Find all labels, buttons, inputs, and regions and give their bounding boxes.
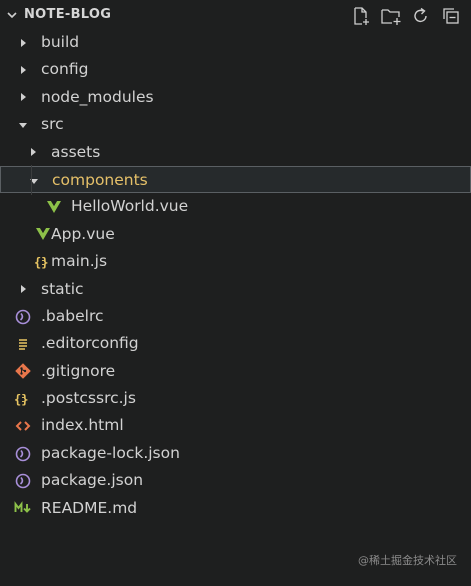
js-icon: {} <box>34 248 52 275</box>
tree-item-label: static <box>41 279 84 298</box>
tree-item-label: .babelrc <box>41 306 104 325</box>
tree-item-label: .editorconfig <box>41 334 139 353</box>
file-item[interactable]: .gitignore <box>0 358 471 385</box>
folder-item[interactable]: node_modules <box>0 84 471 111</box>
chevron-right-icon[interactable] <box>14 56 32 83</box>
tree-item-label: node_modules <box>41 87 154 106</box>
file-tree: build config node_modulessrc assets componen… <box>0 29 471 522</box>
folder-item[interactable]: src <box>0 111 471 138</box>
refresh-icon[interactable] <box>409 5 433 27</box>
tree-item-label: App.vue <box>51 224 115 243</box>
explorer-actions <box>349 5 463 27</box>
chevron-right-icon[interactable] <box>14 29 32 56</box>
markdown-icon <box>14 495 32 522</box>
folder-item[interactable]: build <box>0 29 471 56</box>
new-file-icon[interactable] <box>349 5 373 27</box>
svg-text:{}: {} <box>14 392 28 406</box>
file-item[interactable]: package-lock.json <box>0 440 471 467</box>
chevron-right-icon[interactable] <box>24 139 42 166</box>
watermark: @稀土掘金技术社区 <box>358 554 457 567</box>
file-item[interactable]: {} .postcssrc.js <box>0 385 471 412</box>
collapse-all-icon[interactable] <box>439 5 463 27</box>
file-item[interactable]: HelloWorld.vue <box>0 193 471 220</box>
tree-item-label: components <box>52 170 148 189</box>
tree-item-label: HelloWorld.vue <box>71 197 189 216</box>
tree-item-label: build <box>41 33 80 51</box>
chevron-down-icon[interactable] <box>6 9 18 21</box>
file-item[interactable]: .babelrc <box>0 303 471 330</box>
vue-icon <box>45 193 63 220</box>
chevron-right-icon[interactable] <box>14 84 32 111</box>
svg-text:{}: {} <box>34 255 48 269</box>
editorconfig-icon <box>14 330 32 357</box>
file-item[interactable]: {} main.js <box>0 248 471 275</box>
vue-icon <box>34 221 52 248</box>
tree-item-label: .gitignore <box>41 361 116 380</box>
folder-item[interactable]: assets <box>0 139 471 166</box>
tree-item-label: config <box>41 60 89 79</box>
file-item[interactable]: README.md <box>0 495 471 522</box>
new-folder-icon[interactable] <box>379 5 403 27</box>
tree-item-label: package.json <box>41 471 144 490</box>
html-icon <box>14 412 32 439</box>
indent-guide <box>31 165 32 195</box>
tree-item-label: index.html <box>41 416 124 435</box>
babel-icon <box>14 303 32 330</box>
npm-icon <box>14 467 32 494</box>
folder-item[interactable]: config <box>0 56 471 83</box>
chevron-right-icon[interactable] <box>14 276 32 303</box>
file-item[interactable]: index.html <box>0 412 471 439</box>
explorer-header: NOTE-BLOG <box>0 0 471 32</box>
folder-item[interactable]: components <box>0 165 471 194</box>
tree-item-label: package-lock.json <box>41 443 180 462</box>
file-item[interactable]: App.vue <box>0 221 471 248</box>
chevron-down-icon[interactable] <box>25 167 43 194</box>
file-item[interactable]: package.json <box>0 467 471 494</box>
file-item[interactable]: .editorconfig <box>0 330 471 357</box>
js-icon: {} <box>14 385 32 412</box>
tree-item-label: README.md <box>41 498 138 517</box>
tree-item-label: main.js <box>51 252 108 271</box>
npm-icon <box>14 440 32 467</box>
tree-item-label: src <box>41 115 64 134</box>
chevron-down-icon[interactable] <box>14 111 32 138</box>
git-icon <box>14 358 32 385</box>
tree-item-label: .postcssrc.js <box>41 389 136 408</box>
folder-item[interactable]: static <box>0 276 471 303</box>
tree-item-label: assets <box>51 142 101 161</box>
explorer-title: NOTE-BLOG <box>24 7 112 22</box>
